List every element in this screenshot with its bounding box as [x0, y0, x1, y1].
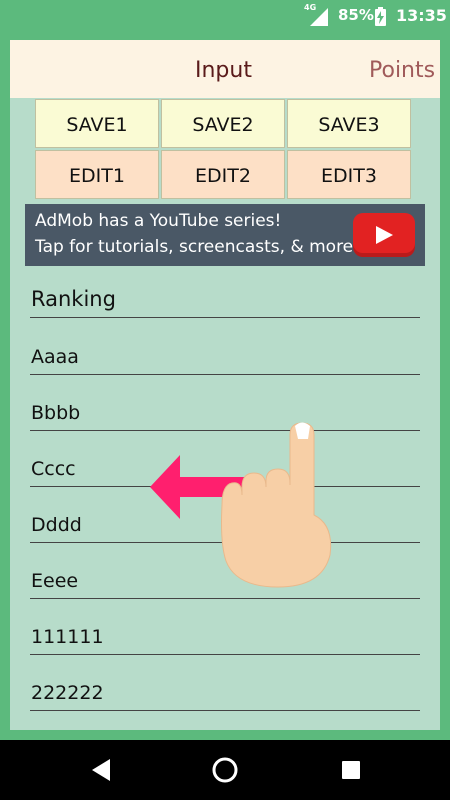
- home-icon[interactable]: [210, 755, 240, 785]
- back-icon[interactable]: [86, 755, 116, 785]
- save1-button[interactable]: SAVE1: [35, 99, 159, 148]
- network-type: 4G: [304, 3, 317, 12]
- ad-text-line2: Tap for tutorials, screencasts, & more.: [35, 237, 359, 257]
- save2-button[interactable]: SAVE2: [161, 99, 285, 148]
- tab-input[interactable]: Input: [195, 40, 252, 98]
- field-value: 111111: [31, 626, 104, 648]
- ranking-title: Ranking: [31, 287, 116, 311]
- navigation-bar: [0, 740, 450, 800]
- field-value: 222222: [31, 682, 104, 704]
- ranking-title-field[interactable]: Ranking: [30, 277, 420, 318]
- recent-apps-icon[interactable]: [336, 755, 366, 785]
- edit3-button[interactable]: EDIT3: [287, 150, 411, 199]
- field-value: Cccc: [31, 458, 76, 480]
- tab-bar: Input Points: [10, 40, 440, 98]
- field-value: Aaaa: [31, 346, 79, 368]
- battery-charging-icon: [375, 7, 386, 26]
- name-field-4[interactable]: Dddd: [30, 502, 420, 543]
- name-field-2[interactable]: Bbbb: [30, 390, 420, 431]
- name-field-7[interactable]: 222222: [30, 670, 420, 711]
- tab-points[interactable]: Points: [369, 40, 435, 98]
- name-field-1[interactable]: Aaaa: [30, 334, 420, 375]
- field-value: Dddd: [31, 514, 82, 536]
- save3-button[interactable]: SAVE3: [287, 99, 411, 148]
- name-field-5[interactable]: Eeee: [30, 558, 420, 599]
- ad-banner[interactable]: AdMob has a YouTube series! Tap for tuto…: [25, 204, 425, 266]
- name-field-6[interactable]: 111111: [30, 614, 420, 655]
- battery-percent: 85%: [338, 6, 374, 24]
- youtube-play-icon: [353, 213, 415, 257]
- field-value: Bbbb: [31, 402, 81, 424]
- edit2-button[interactable]: EDIT2: [161, 150, 285, 199]
- edit1-button[interactable]: EDIT1: [35, 150, 159, 199]
- app-content: Input Points SAVE1 SAVE2 SAVE3 EDIT1 EDI…: [10, 40, 440, 730]
- name-field-3[interactable]: Cccc: [30, 446, 420, 487]
- field-value: Eeee: [31, 570, 79, 592]
- status-time: 13:35: [396, 6, 447, 25]
- ad-text-line1: AdMob has a YouTube series!: [35, 211, 282, 231]
- status-bar: 4G 85% 13:35: [0, 0, 450, 32]
